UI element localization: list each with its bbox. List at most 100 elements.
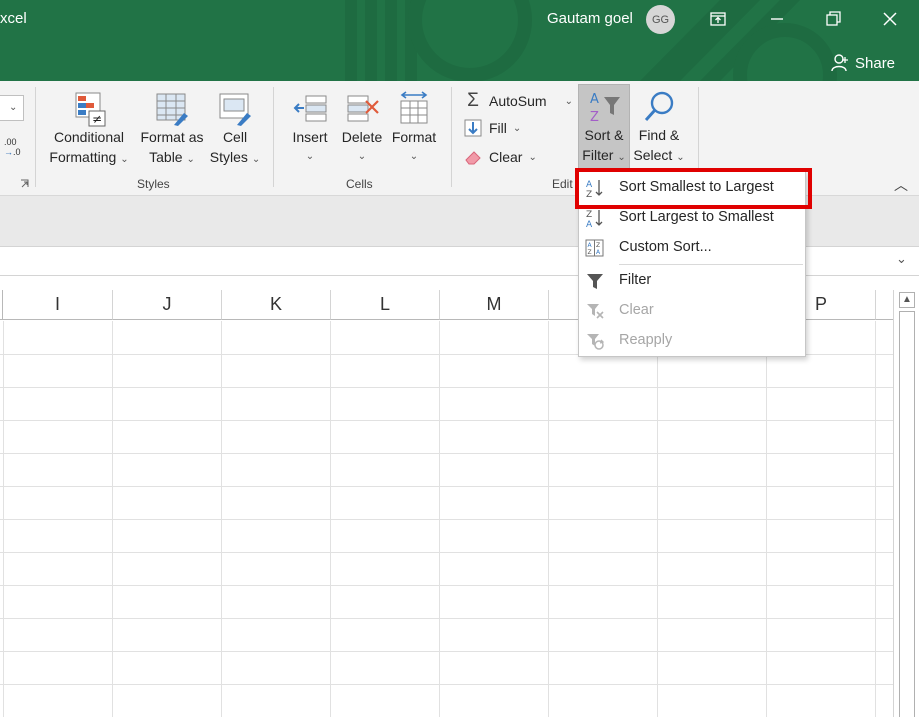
sort-filter-button[interactable]: A Z Sort & Filter ⌄	[578, 89, 630, 168]
svg-text:≠: ≠	[92, 112, 102, 126]
fill-button[interactable]: Fill ⌄	[463, 118, 521, 138]
autosum-button[interactable]: Σ AutoSum ⌄	[463, 90, 573, 112]
insert-label: Insert	[292, 129, 328, 145]
insert-cells-icon	[293, 95, 327, 122]
menu-label: Sort Largest to Smallest	[619, 209, 774, 225]
app-title: xcel	[0, 10, 27, 27]
sigma-icon: Σ	[467, 90, 479, 111]
autosum-label: AutoSum	[489, 93, 547, 109]
conditional-formatting-line2: Formatting	[49, 149, 117, 165]
format-button[interactable]: Format ⌄	[389, 91, 439, 167]
column-header-k[interactable]: K	[222, 290, 331, 320]
excel-window: xcel Gautam goel GG Share ⌄ .00 →.0 ≠ Co…	[0, 0, 919, 717]
delete-button[interactable]: Delete ⌄	[338, 91, 386, 167]
minimize-icon[interactable]	[766, 8, 788, 30]
fill-label: Fill	[489, 120, 507, 136]
cell-styles-icon	[219, 93, 251, 126]
chevron-down-icon: ⌄	[409, 151, 419, 162]
menu-label: Clear	[619, 302, 654, 318]
svg-text:Z: Z	[588, 249, 592, 256]
filter-icon	[587, 274, 603, 289]
conditional-formatting-icon: ≠	[75, 92, 106, 127]
find-select-button[interactable]: Find & Select ⌄	[632, 89, 686, 168]
custom-sort-icon: A Z Z A	[585, 239, 604, 257]
chevron-down-icon: ⌄	[251, 154, 261, 165]
format-as-table-icon	[156, 93, 188, 126]
expand-formula-bar-icon[interactable]: ⌄	[896, 251, 907, 267]
collapse-ribbon-icon[interactable]: ︿	[894, 175, 908, 195]
delete-label: Delete	[341, 129, 383, 145]
share-label: Share	[855, 54, 896, 72]
eraser-icon	[465, 151, 481, 165]
chevron-down-icon: ⌄	[528, 151, 537, 163]
vertical-scrollbar[interactable]: ▲	[893, 290, 919, 717]
delete-cells-icon	[347, 95, 379, 122]
conditional-formatting-button[interactable]: ≠ Conditional Formatting ⌄	[48, 91, 130, 170]
chevron-down-icon: ⌄	[186, 154, 195, 165]
sort-filter-line2: Filter	[582, 147, 614, 163]
person-icon	[831, 54, 848, 72]
title-bar: xcel Gautam goel GG Share	[0, 0, 919, 81]
reapply-filter-icon	[587, 334, 605, 350]
column-header-l[interactable]: L	[331, 290, 440, 320]
sort-descending-icon: Z A	[586, 210, 603, 228]
sort-filter-icon: A Z	[590, 92, 620, 125]
restore-icon[interactable]	[822, 8, 844, 30]
user-name[interactable]: Gautam goel	[547, 10, 633, 27]
column-header-filler	[876, 290, 893, 320]
cell-grid[interactable]	[0, 321, 893, 717]
avatar[interactable]: GG	[646, 5, 675, 34]
column-header-j[interactable]: J	[113, 290, 222, 320]
styles-group-label: Styles	[137, 177, 170, 191]
svg-text:Z: Z	[596, 242, 600, 249]
ribbon-display-options-icon[interactable]	[707, 8, 729, 30]
chevron-down-icon: ⌄	[617, 152, 626, 163]
decrease-decimal-button[interactable]: .00 →.0	[4, 137, 24, 157]
menu-item-clear[interactable]: Clear	[579, 297, 805, 325]
find-select-line1: Find &	[638, 127, 680, 143]
close-icon[interactable]	[879, 8, 901, 30]
fill-down-icon	[464, 119, 482, 137]
chevron-down-icon: ⌄	[305, 151, 315, 162]
cell-styles-line1: Cell	[222, 129, 248, 145]
svg-text:A: A	[590, 92, 599, 107]
cell-styles-line2: Styles	[209, 149, 248, 165]
scrollbar-thumb[interactable]	[899, 311, 915, 717]
number-format-dropdown[interactable]: ⌄	[0, 95, 24, 121]
sort-filter-line1: Sort &	[584, 127, 624, 143]
ribbon-separator	[35, 87, 36, 187]
menu-item-reapply[interactable]: Reapply	[579, 327, 805, 355]
svg-text:A: A	[586, 220, 593, 228]
format-cells-icon	[400, 91, 428, 124]
find-select-line2: Select	[633, 147, 673, 163]
share-button[interactable]: Share	[830, 53, 895, 73]
scroll-up-arrow-icon[interactable]: ▲	[899, 292, 915, 308]
format-as-table-button[interactable]: Format as Table ⌄	[137, 91, 207, 170]
magnifier-icon	[644, 91, 674, 122]
column-header-m[interactable]: M	[440, 290, 549, 320]
menu-item-custom-sort[interactable]: A Z Z A Custom Sort...	[579, 234, 805, 262]
menu-label: Custom Sort...	[619, 239, 712, 255]
editing-group-label: Edit	[552, 177, 573, 191]
insert-button[interactable]: Insert ⌄	[288, 91, 332, 167]
column-header-i[interactable]: I	[3, 290, 113, 320]
dialog-launcher-icon[interactable]	[20, 179, 30, 189]
chevron-down-icon: ⌄	[120, 154, 129, 165]
menu-separator	[619, 264, 803, 265]
ribbon-separator	[451, 87, 452, 187]
chevron-down-icon: ⌄	[357, 151, 367, 162]
clear-button[interactable]: Clear ⌄	[463, 147, 537, 167]
chevron-down-icon: ⌄	[676, 152, 685, 163]
chevron-down-icon: ⌄	[9, 102, 18, 113]
svg-text:Z: Z	[590, 110, 599, 125]
cells-group-label: Cells	[346, 177, 373, 191]
menu-item-filter[interactable]: Filter	[579, 267, 805, 295]
cell-styles-button[interactable]: Cell Styles ⌄	[208, 91, 262, 170]
menu-label: Reapply	[619, 332, 673, 348]
highlight-box	[575, 168, 812, 209]
menu-label: Filter	[619, 272, 652, 288]
clear-label: Clear	[489, 149, 523, 165]
ribbon-separator	[273, 87, 274, 187]
format-as-table-line1: Format as	[140, 129, 204, 145]
conditional-formatting-line1: Conditional	[53, 129, 125, 145]
